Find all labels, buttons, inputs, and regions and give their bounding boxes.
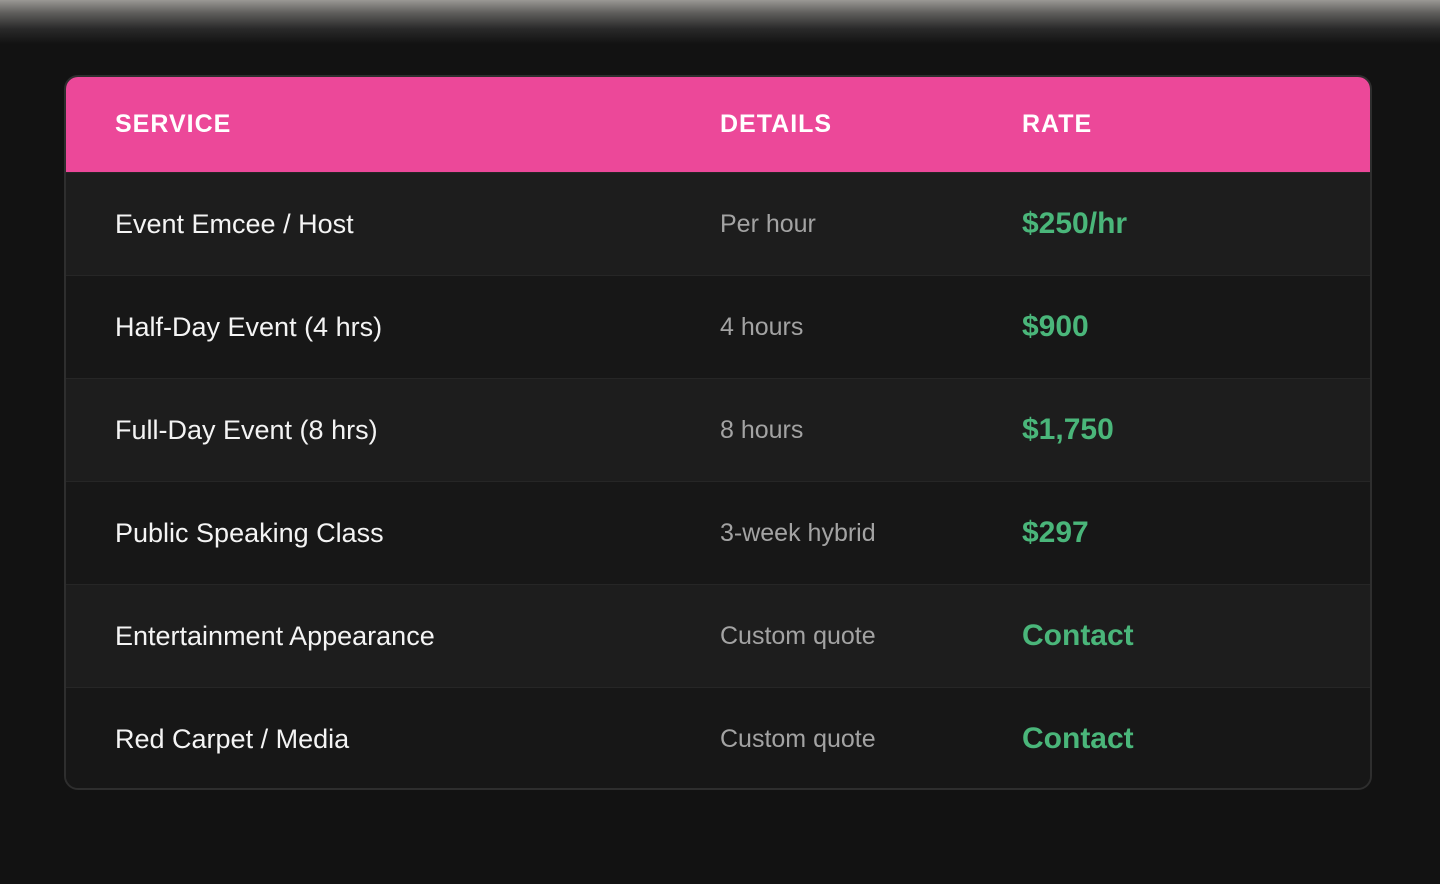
service-name: Half-Day Event (4 hrs) [115, 311, 383, 342]
table-row: Full-Day Event (8 hrs) 8 hours $1,750 [66, 378, 1370, 481]
header-service: SERVICE [115, 110, 232, 138]
table-row: Event Emcee / Host Per hour $250/hr [66, 172, 1370, 275]
service-rate: $900 [1022, 310, 1089, 343]
table-row: Public Speaking Class 3-week hybrid $297 [66, 481, 1370, 584]
service-name: Red Carpet / Media [115, 723, 350, 754]
header-details: DETAILS [720, 110, 833, 138]
service-details: Custom quote [720, 621, 876, 650]
pricing-table: SERVICE DETAILS RATE Event Emcee / Host … [64, 75, 1372, 790]
service-details: Per hour [720, 209, 816, 238]
service-name: Public Speaking Class [115, 517, 384, 548]
contact-link[interactable]: Contact [1022, 722, 1370, 756]
table-header: SERVICE DETAILS RATE [66, 77, 1370, 172]
top-gradient-fade [0, 0, 1440, 44]
service-rate: $297 [1022, 516, 1089, 549]
table-row: Half-Day Event (4 hrs) 4 hours $900 [66, 275, 1370, 378]
service-details: 4 hours [720, 312, 804, 341]
service-details: 3-week hybrid [720, 518, 876, 547]
service-name: Entertainment Appearance [115, 620, 435, 651]
service-details: 8 hours [720, 415, 804, 444]
table-row: Entertainment Appearance Custom quote Co… [66, 584, 1370, 687]
contact-link[interactable]: Contact [1022, 619, 1370, 653]
service-rate: $1,750 [1022, 413, 1114, 446]
service-name: Full-Day Event (8 hrs) [115, 414, 378, 445]
table-row: Red Carpet / Media Custom quote Contact [66, 687, 1370, 788]
service-rate: $250/hr [1022, 207, 1128, 240]
header-rate: RATE [1022, 110, 1093, 138]
service-name: Event Emcee / Host [115, 208, 354, 239]
service-details: Custom quote [720, 724, 876, 753]
